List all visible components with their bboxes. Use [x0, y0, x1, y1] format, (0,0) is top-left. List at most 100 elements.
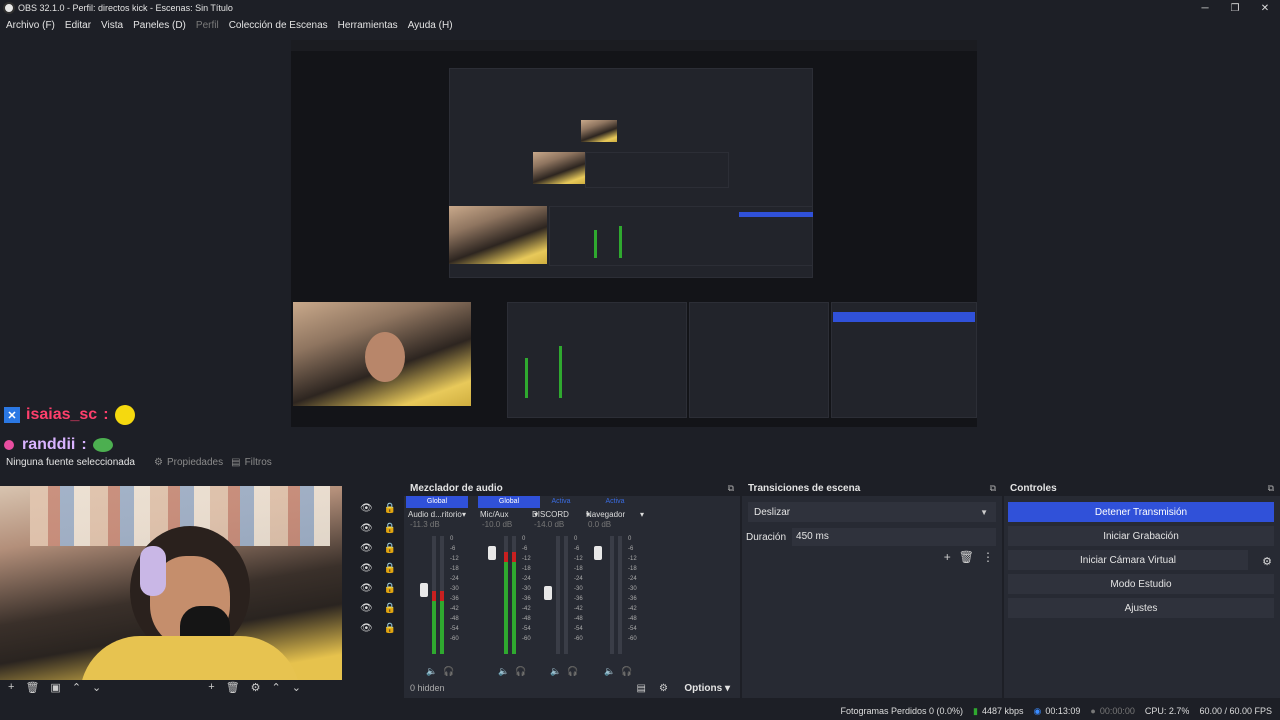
headphones-icon[interactable]: 🎧 [443, 666, 454, 677]
duration-row: Duración 450 ms [746, 528, 996, 546]
source-up-icon[interactable]: ⌃ [272, 681, 281, 694]
source-row[interactable]: 👁 🔒 [360, 598, 396, 618]
webcam-source-thumbnail[interactable] [0, 486, 342, 680]
lock-icon[interactable]: 🔒 [384, 503, 396, 514]
meter-tick: -60 [628, 636, 637, 642]
undock-icon[interactable]: ⧉ [990, 483, 996, 494]
start-recording-button[interactable]: Iniciar Grabación [1008, 526, 1274, 546]
speaker-icon[interactable]: 🔈 [604, 666, 615, 677]
filters-button[interactable]: ▤ Filtros [231, 457, 272, 468]
lock-icon[interactable]: 🔒 [384, 583, 396, 594]
channel-monitor-status[interactable]: Global [406, 496, 468, 508]
speaker-icon[interactable]: 🔈 [426, 666, 437, 677]
menu-editar[interactable]: Editar [65, 20, 91, 31]
eye-icon[interactable]: 👁 [360, 563, 373, 574]
channel-monitor-status[interactable]: Activa [584, 496, 646, 508]
maximize-icon[interactable]: ❐ [1220, 0, 1250, 16]
stop-stream-button[interactable]: Detener Transmisión [1008, 502, 1274, 522]
meter-tick: -60 [574, 636, 583, 642]
eye-icon[interactable]: 👁 [360, 583, 373, 594]
channel-menu-icon[interactable]: ▾ [640, 510, 644, 519]
lock-icon[interactable]: 🔒 [384, 603, 396, 614]
scene-filter-icon[interactable]: ▣ [50, 681, 60, 694]
mixer-settings-icon[interactable]: ⚙ [659, 683, 668, 694]
virtual-camera-gear-icon[interactable]: ⚙ [1262, 555, 1272, 568]
meter-tick: -6 [628, 546, 634, 552]
close-icon[interactable]: ✕ [1250, 0, 1280, 16]
menu-herramientas[interactable]: Herramientas [338, 20, 398, 31]
headphones-icon[interactable]: 🎧 [621, 666, 632, 677]
channel-menu-icon[interactable]: ▾ [462, 510, 466, 519]
eye-icon[interactable]: 👁 [360, 623, 373, 634]
headphones-icon[interactable]: 🎧 [515, 666, 526, 677]
headphones-icon[interactable]: 🎧 [567, 666, 578, 677]
remove-source-icon[interactable]: 🗑 [226, 681, 240, 694]
eye-icon[interactable]: 👁 [360, 543, 373, 554]
options-button[interactable]: Options ▾ [684, 683, 730, 694]
minimize-icon[interactable]: ─ [1190, 0, 1220, 16]
volume-fader-handle[interactable] [488, 546, 496, 560]
duration-input[interactable]: 450 ms [792, 528, 996, 546]
meter-fill [512, 562, 516, 654]
chat-username-1: isaias_sc [26, 406, 98, 423]
undock-icon[interactable]: ⧉ [728, 483, 734, 494]
meter-tick: -48 [450, 616, 459, 622]
eye-icon[interactable]: 👁 [360, 503, 373, 514]
lock-icon[interactable]: 🔒 [384, 543, 396, 554]
remove-scene-icon[interactable]: 🗑 [25, 681, 39, 694]
source-row[interactable]: 👁 🔒 [360, 578, 396, 598]
transitions-header: Transiciones de escena ⧉ [742, 480, 1002, 496]
remove-transition-icon[interactable]: 🗑 [959, 550, 974, 564]
meter-tick: -42 [628, 606, 637, 612]
add-scene-icon[interactable]: + [8, 681, 14, 693]
source-row[interactable]: 👁 🔒 [360, 618, 396, 638]
source-row[interactable]: 👁 🔒 [360, 498, 396, 518]
properties-button[interactable]: ⚙ Propiedades [154, 457, 223, 468]
more-icon[interactable]: ⋮ [982, 550, 994, 564]
lock-icon[interactable]: 🔒 [384, 523, 396, 534]
volume-fader-handle[interactable] [544, 586, 552, 600]
channel-monitor-status[interactable]: Activa [530, 496, 592, 508]
menu-coleccion-escenas[interactable]: Colección de Escenas [229, 20, 328, 31]
virtual-camera-button[interactable]: Iniciar Cámara Virtual [1008, 550, 1248, 570]
duration-label: Duración [746, 531, 787, 543]
scene-down-icon[interactable]: ⌄ [92, 681, 101, 694]
nested-stop-button-large [739, 212, 813, 217]
settings-button[interactable]: Ajustes [1008, 598, 1274, 618]
nested-mixer-bottom [507, 302, 687, 418]
source-down-icon[interactable]: ⌄ [292, 681, 301, 694]
menu-ayuda[interactable]: Ayuda (H) [408, 20, 453, 31]
meter-tick: -18 [628, 566, 637, 572]
volume-fader-handle[interactable] [594, 546, 602, 560]
menu-archivo[interactable]: Archivo (F) [6, 20, 55, 31]
stream-time: 00:13:09 [1045, 706, 1081, 716]
speaker-icon[interactable]: 🔈 [550, 666, 561, 677]
studio-mode-button[interactable]: Modo Estudio [1008, 574, 1274, 594]
menu-vista[interactable]: Vista [101, 20, 123, 31]
transition-select[interactable]: Deslizar ▼ [748, 502, 996, 522]
lock-icon[interactable]: 🔒 [384, 623, 396, 634]
speaker-icon[interactable]: 🔈 [498, 666, 509, 677]
source-settings-icon[interactable]: ⚙ [251, 681, 261, 694]
mixer-channel: Activa DISCORD ▾ -14.0 dB 0 -6 -12 -18 -24 -30 -36… [530, 496, 592, 680]
add-source-icon[interactable]: + [208, 681, 214, 693]
source-row[interactable]: 👁 🔒 [360, 538, 396, 558]
nested-transitions-bottom [689, 302, 829, 418]
menu-paneles[interactable]: Paneles (D) [133, 20, 186, 31]
lock-icon[interactable]: 🔒 [384, 563, 396, 574]
undock-icon[interactable]: ⧉ [1268, 483, 1274, 494]
preview-area[interactable]: ✕ isaias_sc : randdii : [0, 34, 1280, 453]
meter-peak [512, 552, 516, 562]
source-row[interactable]: 👁 🔒 [360, 518, 396, 538]
add-transition-icon[interactable]: + [944, 550, 951, 564]
mixer-layout-icon[interactable]: ▤ [637, 683, 646, 694]
meter-tick: -12 [628, 556, 637, 562]
eye-icon[interactable]: 👁 [360, 523, 373, 534]
eye-icon[interactable]: 👁 [360, 603, 373, 614]
menu-perfil[interactable]: Perfil [196, 20, 219, 31]
scene-up-icon[interactable]: ⌃ [72, 681, 81, 694]
source-row[interactable]: 👁 🔒 [360, 558, 396, 578]
channel-icons: 🔈 🎧 [426, 666, 460, 677]
status-bar: Fotogramas Perdidos 0 (0.0%) ▮ 4487 kbps… [0, 702, 1280, 720]
volume-fader-handle[interactable] [420, 583, 428, 597]
